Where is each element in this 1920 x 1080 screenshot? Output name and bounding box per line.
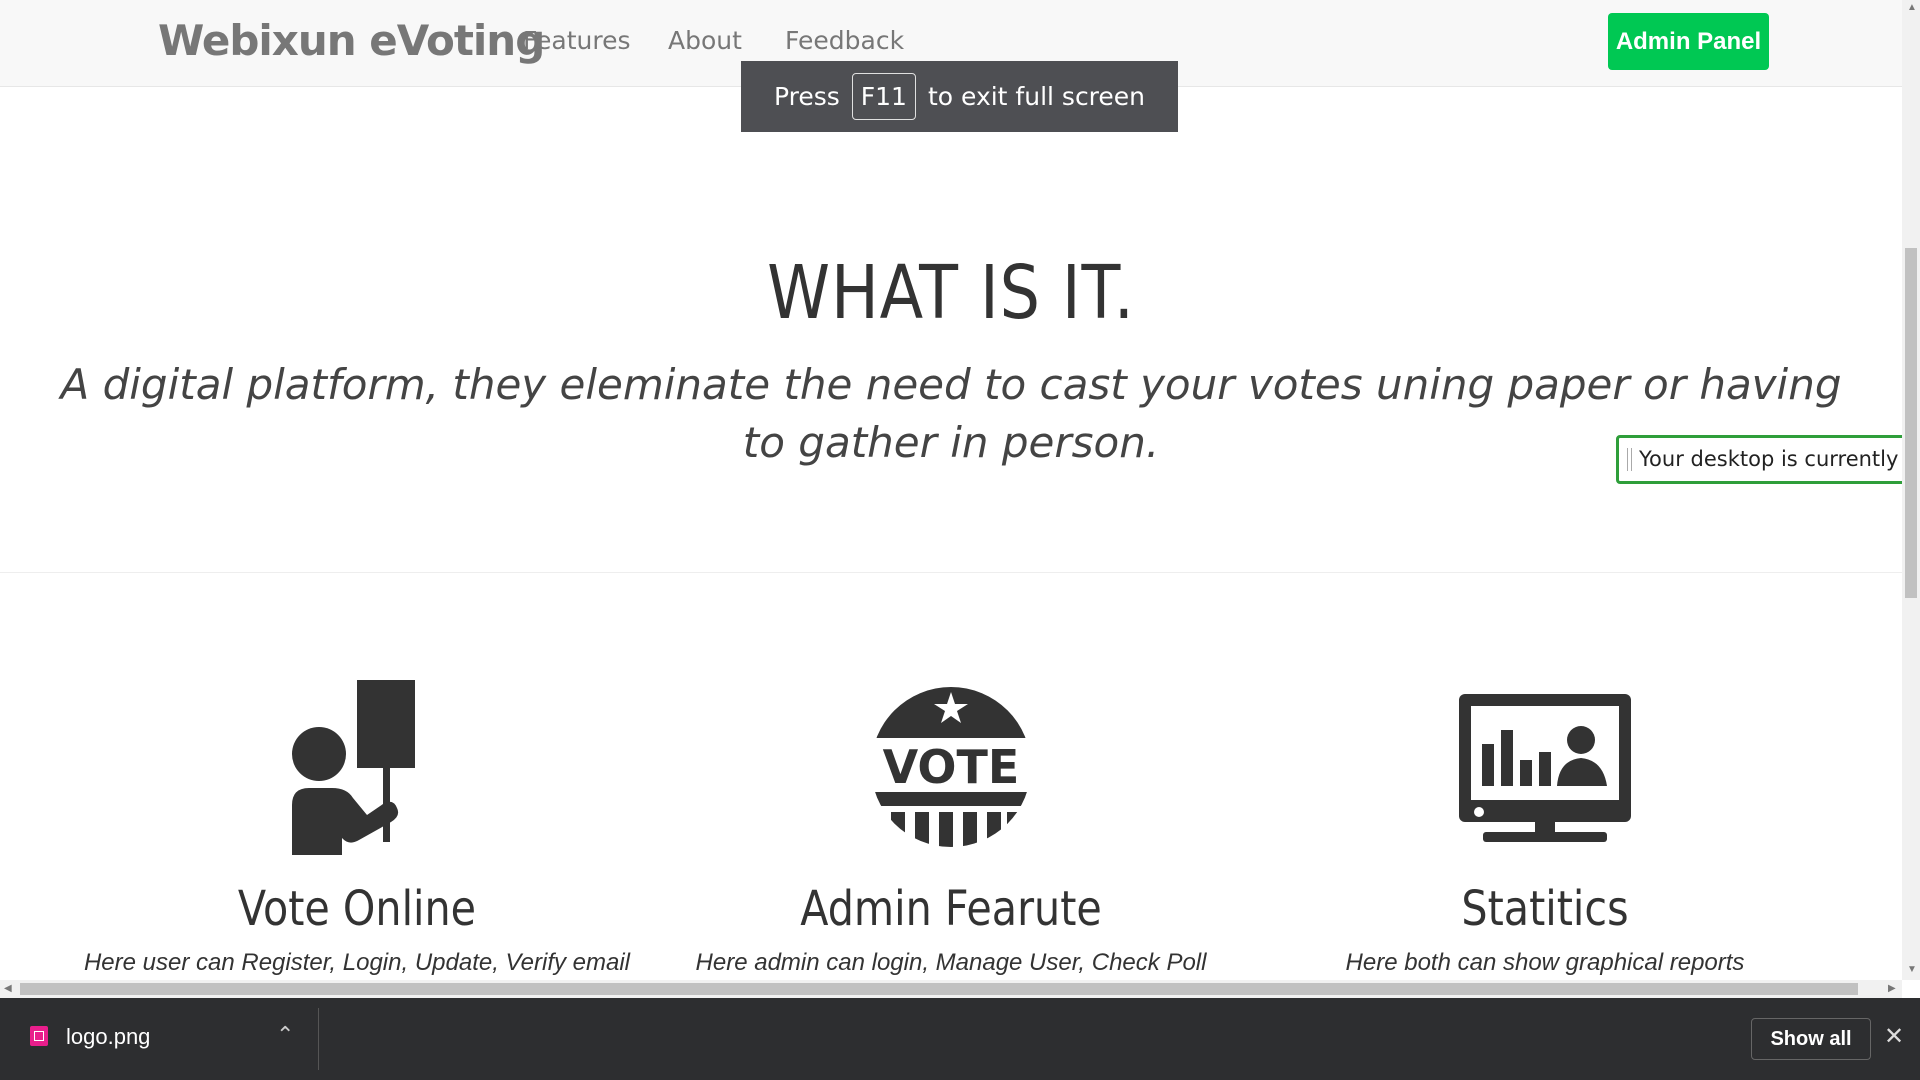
close-icon[interactable]: ✕ bbox=[1884, 1022, 1904, 1051]
fullscreen-exit-toast: Press F11 to exit full screen bbox=[741, 61, 1178, 132]
svg-text:VOTE: VOTE bbox=[883, 740, 1020, 794]
scroll-down-icon[interactable]: ▼ bbox=[1907, 964, 1917, 975]
vertical-scrollbar[interactable]: ▲ ▼ bbox=[1902, 0, 1920, 980]
brand-logo-text[interactable]: Webixun eVoting bbox=[158, 16, 545, 65]
feature-desc: Here user can Register, Login, Update, V… bbox=[83, 949, 631, 976]
page-viewport: Webixun eVoting Features About Feedback … bbox=[0, 0, 1902, 980]
feature-title: Admin Fearute bbox=[800, 881, 1102, 937]
hero-subtitle: A digital platform, they eleminate the n… bbox=[60, 360, 1842, 467]
monitor-stats-icon bbox=[1459, 694, 1631, 842]
show-all-button[interactable]: Show all bbox=[1751, 1018, 1871, 1060]
hero-title: WHAT IS IT. bbox=[767, 250, 1135, 336]
drag-handle-icon[interactable] bbox=[1627, 448, 1632, 471]
scroll-left-icon[interactable]: ◀ bbox=[4, 983, 12, 994]
download-item[interactable]: logo.png ⌃ bbox=[24, 1020, 324, 1058]
feature-title: Vote Online bbox=[237, 881, 477, 937]
feature-title: Statitics bbox=[1461, 881, 1629, 937]
toast-prefix: Press bbox=[773, 82, 840, 111]
vote-badge-icon: VOTE bbox=[871, 687, 1031, 847]
toast-key: F11 bbox=[851, 73, 916, 120]
vertical-scroll-thumb[interactable] bbox=[1905, 248, 1917, 598]
download-file-name[interactable]: logo.png bbox=[66, 1024, 150, 1050]
share-notice-text: Your desktop is currently shared bbox=[1639, 447, 1902, 471]
feature-admin: VOTE Admin Fearute Here admin can login,… bbox=[651, 680, 1251, 977]
scroll-right-icon[interactable]: ▶ bbox=[1888, 983, 1896, 994]
admin-panel-button[interactable]: Admin Panel bbox=[1608, 13, 1769, 70]
scroll-up-icon[interactable]: ▲ bbox=[1907, 2, 1917, 13]
feature-vote-online: Vote Online Here user can Register, Logi… bbox=[57, 680, 657, 977]
chevron-up-icon[interactable]: ⌃ bbox=[276, 1022, 294, 1048]
feature-desc: Here both can show graphical reports bbox=[1345, 949, 1745, 976]
nav-link-features[interactable]: Features bbox=[523, 26, 631, 55]
toast-suffix: to exit full screen bbox=[927, 82, 1146, 111]
section-divider bbox=[0, 572, 1902, 573]
download-separator bbox=[318, 1008, 319, 1070]
image-file-icon bbox=[30, 1026, 48, 1046]
nav-link-feedback[interactable]: Feedback bbox=[785, 26, 904, 55]
horizontal-scrollbar[interactable]: ◀ ▶ bbox=[0, 980, 1902, 998]
protester-sign-icon bbox=[292, 680, 415, 855]
horizontal-scroll-thumb[interactable] bbox=[20, 983, 1858, 995]
screen-share-notice: Your desktop is currently shared bbox=[1616, 435, 1902, 484]
nav-link-about[interactable]: About bbox=[668, 26, 742, 55]
feature-desc: Here admin can login, Manage User, Check… bbox=[695, 949, 1207, 976]
download-bar: logo.png ⌃ Show all ✕ bbox=[0, 998, 1920, 1080]
feature-statistics: Statitics Here both can show graphical r… bbox=[1245, 680, 1845, 977]
